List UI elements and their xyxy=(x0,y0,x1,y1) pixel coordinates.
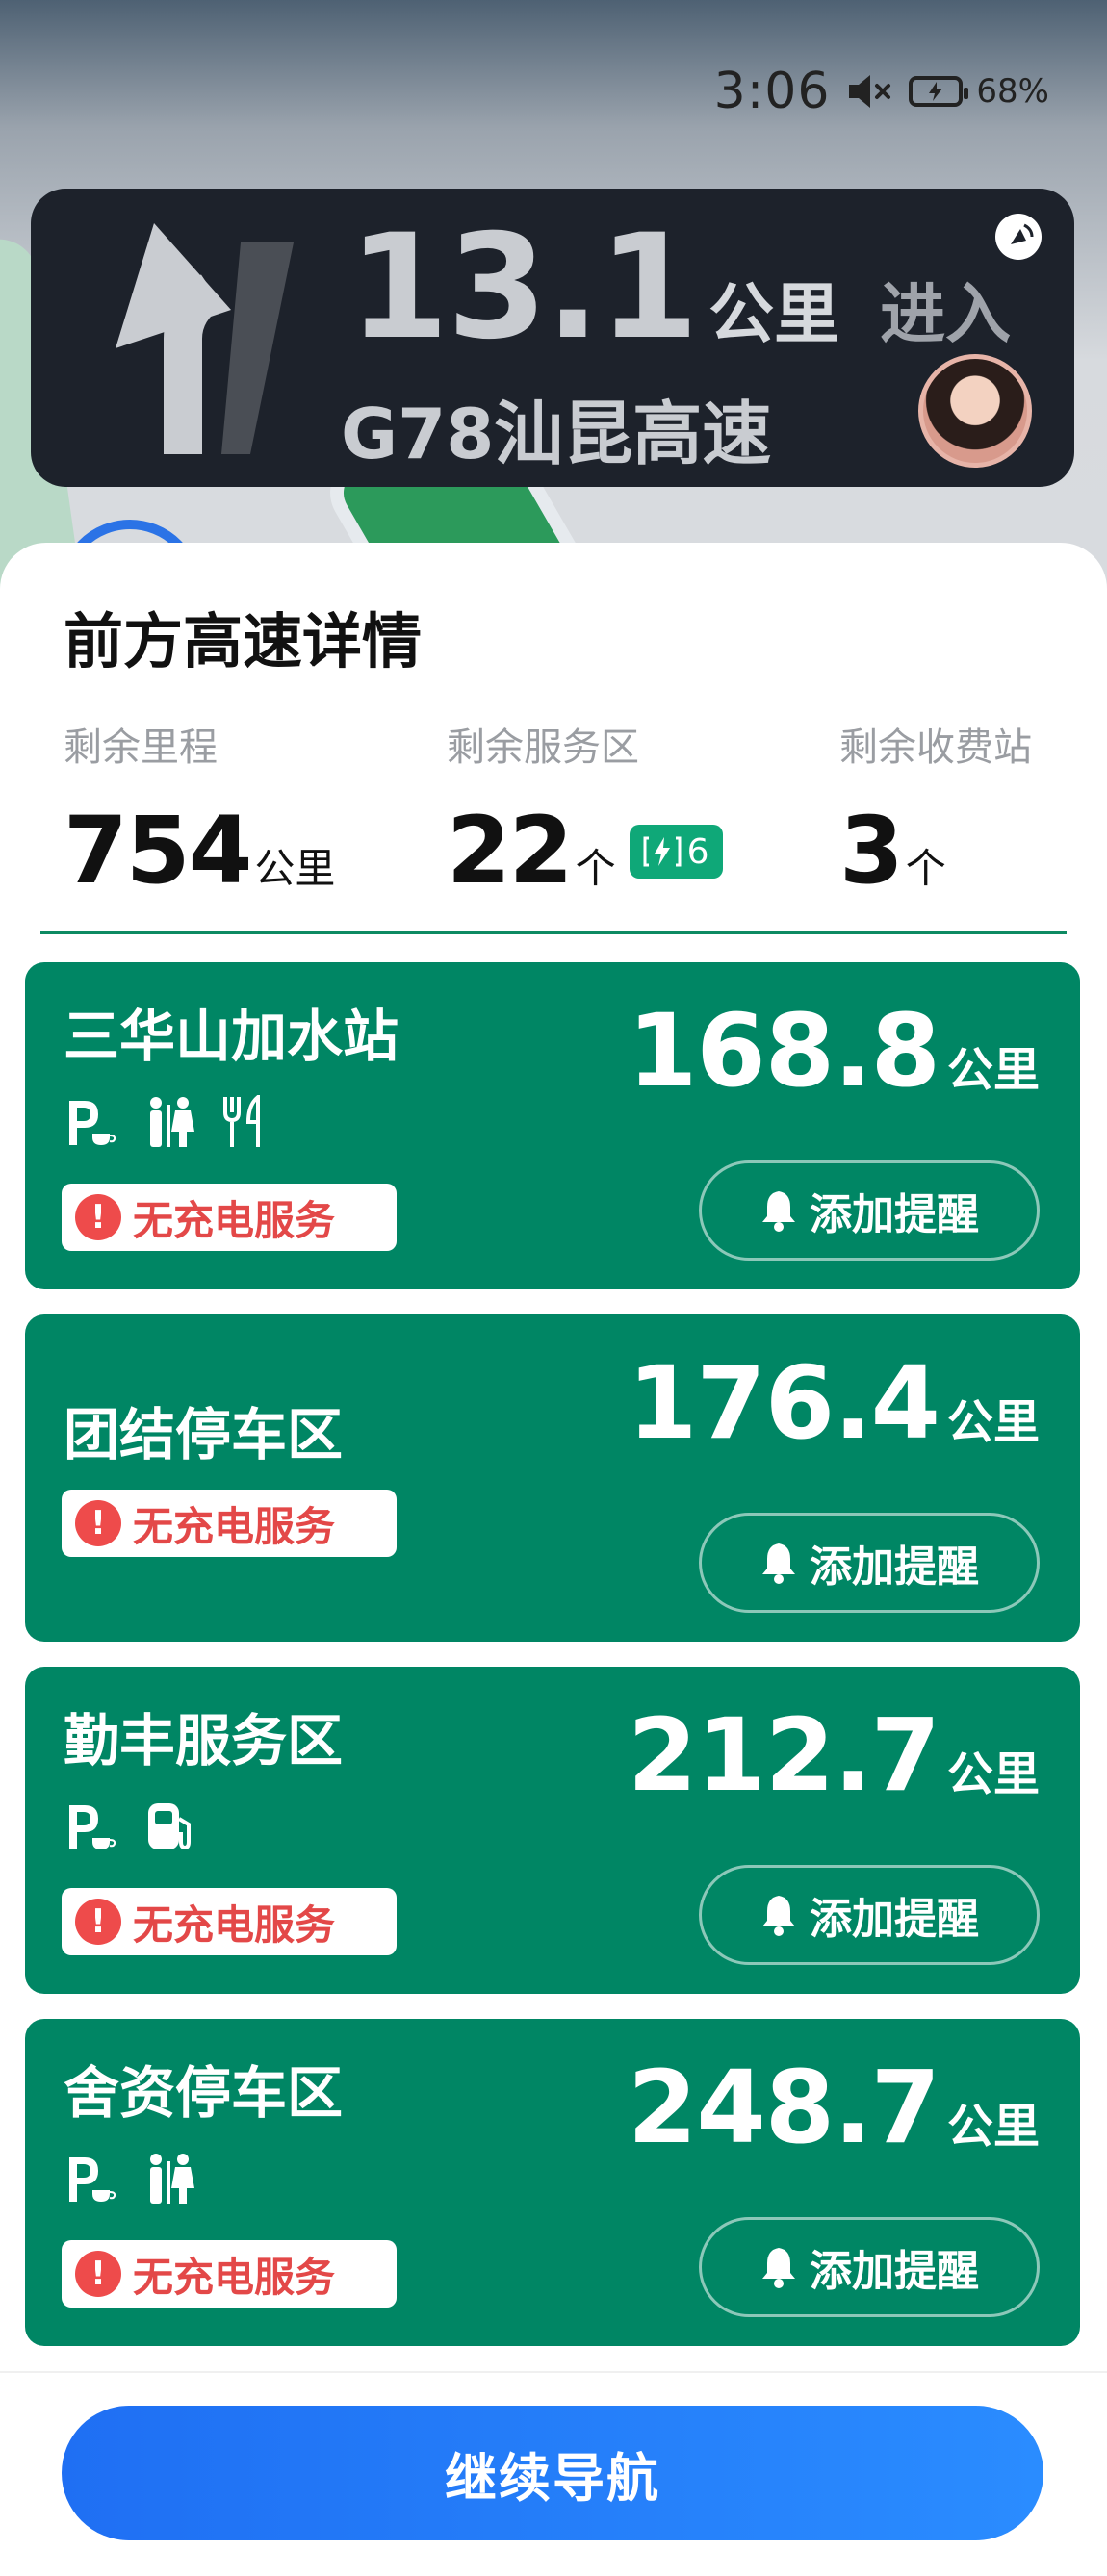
battery-indicator: 68% xyxy=(909,72,1049,111)
station-distance-value: 212.7 xyxy=(628,1696,940,1814)
station-name: 团结停车区 xyxy=(64,1402,344,1467)
stat-remaining-distance: 剩余里程 754 公里 xyxy=(64,716,335,897)
highway-detail-sheet: 前方高速详情 剩余里程 754 公里 剩余服务区 22 个 6 剩余收费站 3 … xyxy=(0,543,1107,2576)
charging-count: 6 xyxy=(686,831,709,872)
station-distance-value: 248.7 xyxy=(628,2049,940,2166)
battery-percent: 68% xyxy=(976,72,1049,111)
station-distance: 176.4 公里 xyxy=(628,1353,1040,1453)
station-distance-value: 168.8 xyxy=(628,992,940,1109)
facility-icons xyxy=(64,1798,196,1855)
restaurant-icon xyxy=(223,1095,260,1147)
no-charging-tag: ! 无充电服务 xyxy=(62,1184,397,1251)
parking-icon xyxy=(69,2157,116,2202)
stat-unit: 公里 xyxy=(254,845,336,892)
stat-remaining-toll-stations: 剩余收费站 3 个 xyxy=(839,716,1032,897)
add-reminder-button[interactable]: 添加提醒 xyxy=(699,1513,1040,1613)
no-charging-text: 无充电服务 xyxy=(133,1196,336,1244)
no-charging-text: 无充电服务 xyxy=(133,1900,336,1949)
station-card[interactable]: 勤丰服务区 212.7 公里 ! 无充电服务 添加提醒 xyxy=(25,1667,1080,1994)
navigation-action: 进入 xyxy=(880,277,1012,353)
bell-icon xyxy=(762,1191,795,1232)
station-distance-unit: 公里 xyxy=(946,1395,1040,1449)
navigation-distance-unit: 公里 xyxy=(708,277,840,353)
station-distance: 212.7 公里 xyxy=(628,1705,1040,1805)
station-card[interactable]: 舍资停车区 248.7 公里 ! 无充电服务 添加提醒 xyxy=(25,2019,1080,2346)
status-bar: 3:06 68% xyxy=(714,58,1049,125)
add-reminder-label: 添加提醒 xyxy=(810,1543,979,1592)
add-reminder-button[interactable]: 添加提醒 xyxy=(699,1160,1040,1261)
station-distance: 248.7 公里 xyxy=(628,2057,1040,2157)
stat-value: 754 xyxy=(64,797,252,905)
no-charging-tag: ! 无充电服务 xyxy=(62,2240,397,2308)
mute-icon xyxy=(849,75,891,108)
stat-remaining-service-areas: 剩余服务区 22 个 6 xyxy=(447,716,723,897)
no-charging-text: 无充电服务 xyxy=(133,1502,336,1550)
stat-value: 22 xyxy=(447,797,574,905)
stat-unit: 个 xyxy=(905,845,946,892)
no-charging-tag: ! 无充电服务 xyxy=(62,1490,397,1557)
add-reminder-label: 添加提醒 xyxy=(810,1895,979,1944)
sheet-title: 前方高速详情 xyxy=(64,606,423,676)
turn-left-arrow-icon xyxy=(116,223,294,454)
navigation-distance: 13.1 公里 进入 xyxy=(348,216,1011,360)
station-distance-value: 176.4 xyxy=(628,1344,940,1462)
avatar[interactable] xyxy=(918,354,1032,468)
restroom-icon xyxy=(150,1097,194,1147)
no-charging-tag: ! 无充电服务 xyxy=(62,1888,397,1955)
stat-label: 剩余里程 xyxy=(64,726,218,770)
charging-icon xyxy=(643,836,682,867)
facility-icons xyxy=(64,2150,196,2207)
add-reminder-label: 添加提醒 xyxy=(810,2247,979,2296)
station-name: 三华山加水站 xyxy=(64,1004,399,1069)
battery-icon xyxy=(909,76,969,107)
warning-icon: ! xyxy=(75,1194,121,1240)
divider xyxy=(40,931,1067,934)
station-distance-unit: 公里 xyxy=(946,2100,1040,2154)
broadcast-icon[interactable] xyxy=(993,212,1043,262)
station-distance-unit: 公里 xyxy=(946,1747,1040,1801)
warning-icon: ! xyxy=(75,1899,121,1945)
add-reminder-button[interactable]: 添加提醒 xyxy=(699,2217,1040,2317)
stat-label: 剩余服务区 xyxy=(447,726,639,770)
bell-icon xyxy=(762,1896,795,1936)
navigation-distance-value: 13.1 xyxy=(348,204,699,371)
station-card[interactable]: 三华山加水站 168.8 公里 ! 无充电服务 添加提醒 xyxy=(25,962,1080,1289)
bell-icon xyxy=(762,2248,795,2288)
station-distance: 168.8 公里 xyxy=(628,1001,1040,1101)
bottom-action-bar: 继续导航 xyxy=(0,2371,1107,2576)
status-time: 3:06 xyxy=(713,63,831,120)
station-distance-unit: 公里 xyxy=(946,1043,1040,1097)
station-name: 勤丰服务区 xyxy=(64,1708,344,1773)
parking-icon xyxy=(69,1101,116,1145)
station-name: 舍资停车区 xyxy=(64,2060,344,2126)
facility-icons xyxy=(64,1093,266,1151)
parking-icon xyxy=(69,1805,116,1849)
stat-label: 剩余收费站 xyxy=(839,726,1032,770)
no-charging-text: 无充电服务 xyxy=(133,2253,336,2301)
add-reminder-button[interactable]: 添加提醒 xyxy=(699,1865,1040,1965)
bell-icon xyxy=(762,1543,795,1584)
stat-value: 3 xyxy=(839,797,904,905)
warning-icon: ! xyxy=(75,2251,121,2297)
add-reminder-label: 添加提醒 xyxy=(810,1190,979,1239)
navigation-road-name: G78汕昆高速 xyxy=(341,394,772,474)
restroom-icon xyxy=(150,2154,194,2204)
stat-unit: 个 xyxy=(575,845,616,892)
navigation-banner[interactable]: 13.1 公里 进入 G78汕昆高速 xyxy=(31,189,1074,487)
station-card[interactable]: 团结停车区 176.4 公里 ! 无充电服务 添加提醒 xyxy=(25,1314,1080,1642)
continue-navigation-button[interactable]: 继续导航 xyxy=(62,2406,1043,2540)
warning-icon: ! xyxy=(75,1500,121,1546)
charging-count-badge: 6 xyxy=(629,825,723,879)
gas-station-icon xyxy=(148,1803,191,1850)
